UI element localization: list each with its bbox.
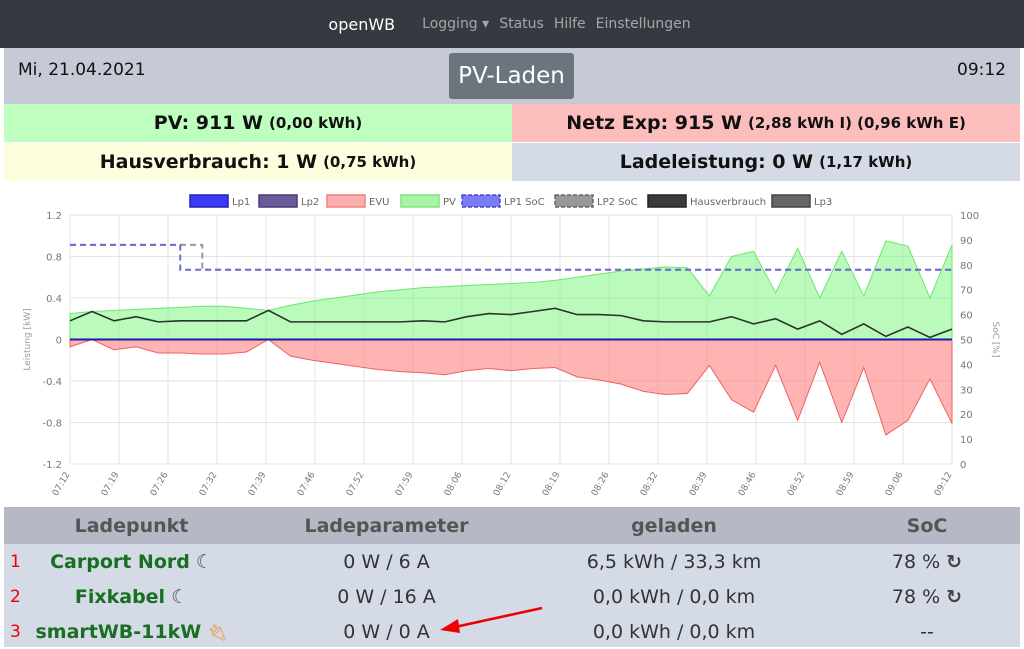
annotation-arrow [440, 606, 543, 633]
